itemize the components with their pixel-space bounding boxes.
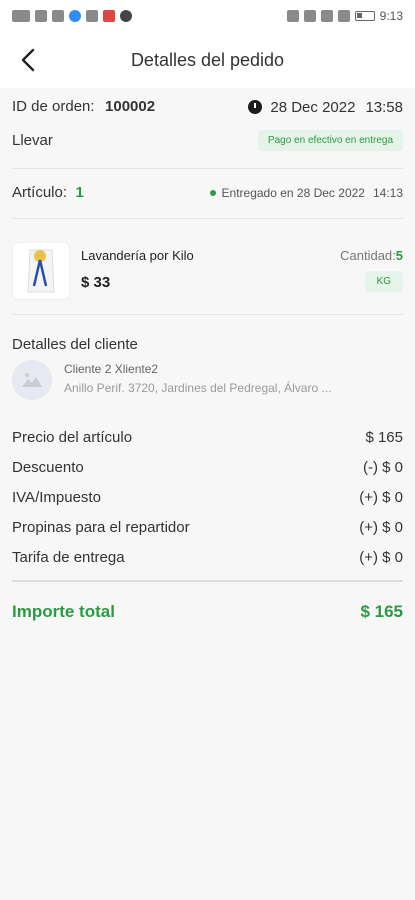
page-title: Detalles del pedido	[130, 49, 285, 70]
customer-section-title: Detalles del cliente	[12, 336, 138, 353]
bluetooth-icon	[337, 10, 350, 22]
messenger-icon	[69, 10, 81, 22]
divider	[12, 314, 403, 315]
status-time: 9:13	[379, 9, 403, 23]
summary-label: Precio del artículo	[12, 428, 133, 446]
app-header: Detalles del pedido	[0, 32, 415, 88]
unit-badge: KG	[364, 271, 403, 292]
total-label: Importe total	[12, 602, 115, 621]
price-summary: Precio del artículo $ 165 Descuento (-) …	[0, 422, 415, 572]
order-type-row: Llevar Pago en efectivo en entrega	[0, 130, 415, 151]
customer-card[interactable]: Cliente 2 Xliente2 Anillo Perif. 3720, J…	[12, 360, 403, 402]
notification-icon	[103, 10, 115, 22]
product-price: $ 33	[81, 274, 111, 291]
delivered-time: 14:13	[372, 186, 403, 200]
delivered-status-dot	[209, 190, 216, 196]
summary-value: (-) $ 0	[362, 458, 403, 476]
divider	[12, 218, 403, 219]
nfc-icon	[303, 10, 316, 22]
item-count-value: 1	[75, 184, 84, 201]
summary-value: (+) $ 0	[359, 488, 403, 506]
divider	[12, 168, 403, 169]
clock-icon	[248, 100, 263, 114]
order-id-row: ID de orden: 100002 28 Dec 2022 13:58	[0, 98, 415, 116]
summary-label: Propinas para el repartidor	[12, 518, 190, 536]
summary-label: IVA/Impuesto	[12, 488, 101, 506]
item-count-label: Artículo:	[12, 184, 68, 201]
product-quantity: Cantidad:5	[340, 248, 403, 263]
app-icon	[86, 10, 98, 22]
order-id-value: 100002	[105, 98, 156, 115]
status-bar-left	[12, 10, 132, 22]
product-name: Lavandería por Kilo	[81, 248, 194, 263]
image-placeholder-icon	[22, 373, 42, 387]
summary-row: IVA/Impuesto (+) $ 0	[0, 482, 415, 512]
summary-value: $ 165	[365, 428, 403, 446]
item-summary-row: Artículo: 1 Entregado en 28 Dec 2022 14:…	[0, 184, 415, 202]
summary-value: (+) $ 0	[359, 518, 403, 536]
chevron-left-icon	[21, 48, 35, 72]
summary-row: Tarifa de entrega (+) $ 0	[0, 542, 415, 572]
delivered-text: Entregado en 28 Dec 2022	[221, 186, 365, 200]
battery-icon	[354, 11, 375, 21]
status-bar-right: 9:13	[286, 9, 403, 23]
summary-value: (+) $ 0	[359, 548, 403, 566]
vibrate-icon	[320, 10, 333, 22]
quantity-label: Cantidad:	[340, 248, 396, 263]
app-icon-2	[120, 10, 132, 22]
quantity-value: 5	[395, 248, 403, 263]
eye-icon	[286, 10, 299, 22]
customer-address: Anillo Perif. 3720, Jardines del Pedrega…	[64, 381, 332, 395]
back-button[interactable]	[14, 46, 42, 74]
product-item[interactable]: Lavandería por Kilo $ 33 Cantidad:5 KG	[12, 242, 403, 304]
laundry-bag-icon	[27, 249, 55, 293]
summary-row: Precio del artículo $ 165	[0, 422, 415, 452]
payment-method-badge: Pago en efectivo en entrega	[257, 130, 403, 151]
avatar	[12, 360, 52, 400]
order-time: 13:58	[365, 98, 403, 116]
total-value: $ 165	[360, 602, 403, 621]
summary-label: Tarifa de entrega	[12, 548, 125, 566]
total-row: Importe total $ 165	[0, 602, 415, 622]
volte-icon	[12, 10, 30, 22]
order-type: Llevar	[12, 132, 53, 149]
summary-row: Descuento (-) $ 0	[0, 452, 415, 482]
order-date: 28 Dec 2022	[270, 98, 356, 116]
product-thumbnail	[12, 242, 70, 300]
order-id-label: ID de orden:	[12, 98, 95, 115]
signal-icon	[35, 10, 47, 22]
summary-row: Propinas para el repartidor (+) $ 0	[0, 512, 415, 542]
divider	[12, 580, 403, 582]
status-bar: 9:13	[0, 0, 415, 32]
summary-label: Descuento	[12, 458, 84, 476]
customer-name: Cliente 2 Xliente2	[64, 362, 159, 376]
signal-icon-2	[52, 10, 64, 22]
